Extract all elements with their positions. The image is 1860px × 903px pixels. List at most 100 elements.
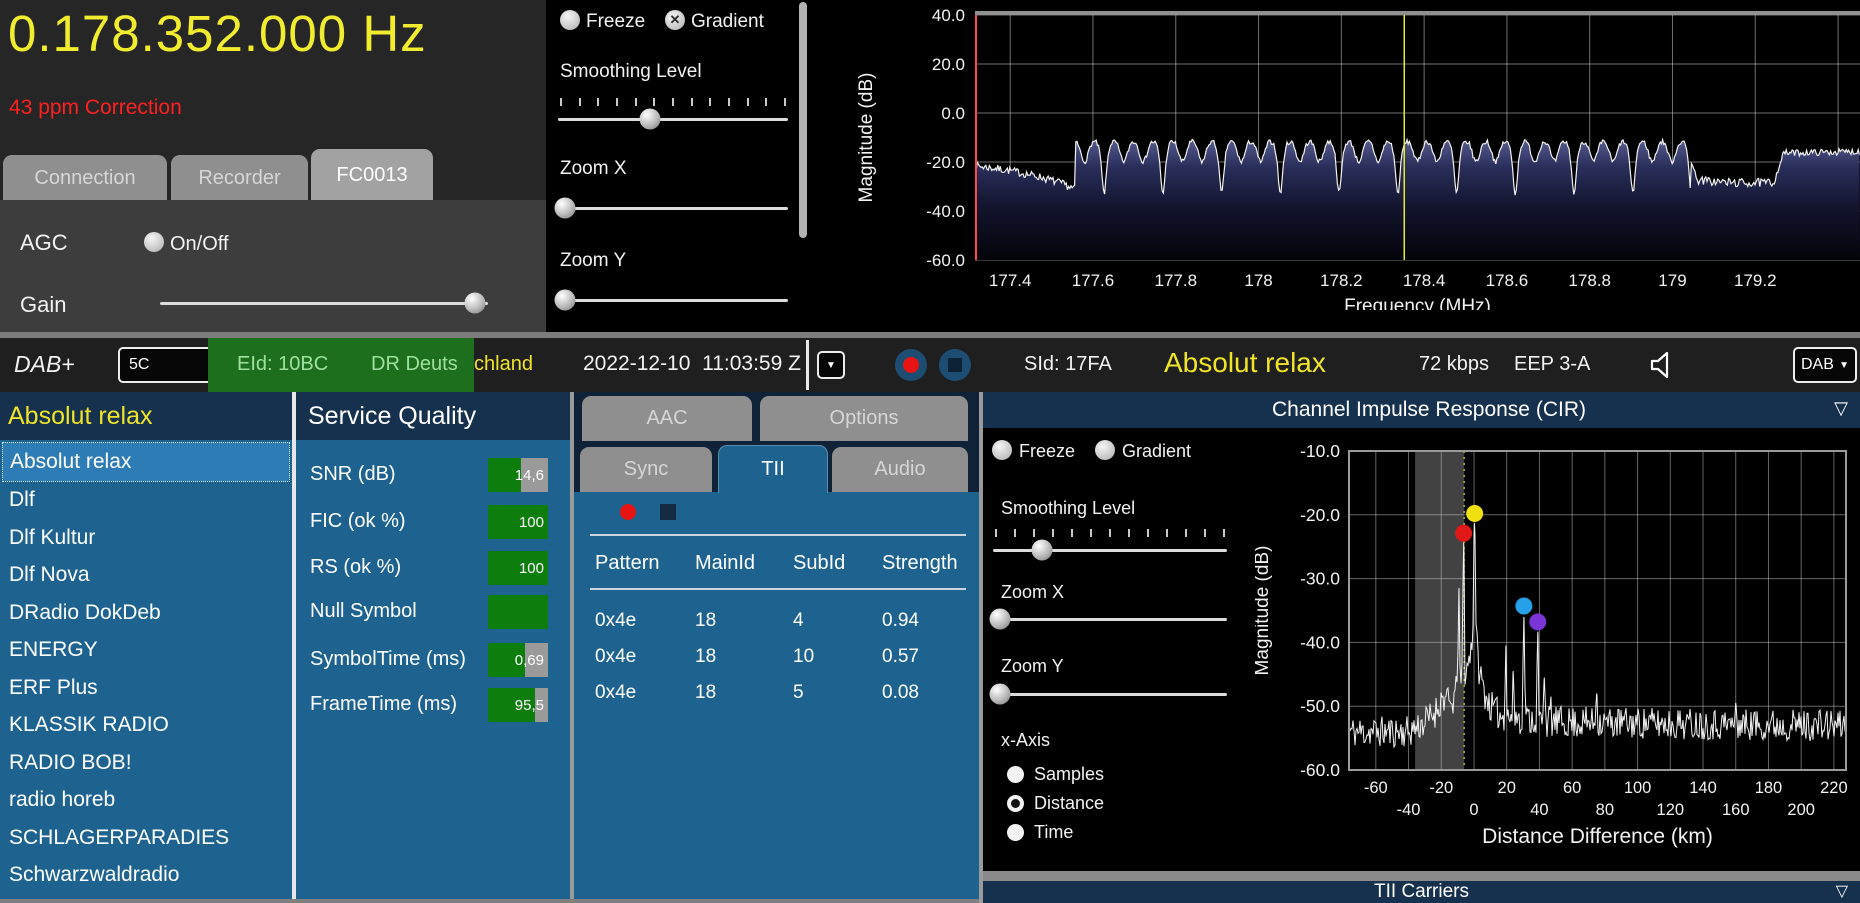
spectrum-smoothing-ticks bbox=[560, 98, 786, 106]
status-bar: DAB+ 5C ▼ EId: 10BC DR Deuts chland 2022… bbox=[0, 338, 1860, 392]
xaxis-option-distance[interactable]: Distance bbox=[1007, 789, 1207, 818]
pane-splitter[interactable] bbox=[799, 2, 807, 238]
tii-header-underline bbox=[590, 588, 966, 590]
service-item[interactable]: ERF Plus bbox=[2, 669, 290, 707]
spectrum-smoothing-slider[interactable] bbox=[558, 108, 788, 132]
svg-text:-50.0: -50.0 bbox=[1300, 696, 1340, 716]
speaker-icon[interactable] bbox=[1645, 348, 1679, 382]
cir-zoomy-slider[interactable] bbox=[993, 683, 1227, 707]
xaxis-option-label: Time bbox=[1034, 822, 1073, 843]
statusbar-divider bbox=[806, 340, 809, 390]
ensemble-name-part1: DR Deuts bbox=[371, 353, 458, 376]
spectrum-gradient-label: Gradient bbox=[691, 11, 764, 33]
svg-text:-20.0: -20.0 bbox=[926, 153, 965, 172]
tii-carriers-title: TII Carriers bbox=[1374, 881, 1469, 903]
tii-carriers-header[interactable]: TII Carriers ▽ bbox=[983, 881, 1860, 903]
tii-column-header: MainId bbox=[695, 552, 755, 575]
service-quality-panel: Service Quality SNR (dB)14,6FIC (ok %)10… bbox=[296, 392, 570, 903]
service-item[interactable]: Absolut relax bbox=[2, 442, 290, 482]
cir-gradient-radio[interactable] bbox=[1095, 440, 1115, 460]
service-item[interactable]: radio horeb bbox=[2, 782, 290, 820]
radio-icon bbox=[1007, 824, 1024, 841]
service-item[interactable]: KLASSIK RADIO bbox=[2, 707, 290, 745]
service-item[interactable]: Dlf Nova bbox=[2, 557, 290, 595]
gain-label: Gain bbox=[20, 292, 66, 318]
svg-text:20.0: 20.0 bbox=[932, 55, 965, 74]
record-options-combo[interactable]: ▼ bbox=[817, 351, 845, 379]
quality-row-label: SNR (dB) bbox=[310, 463, 396, 486]
tii-cell: 0.57 bbox=[882, 646, 919, 668]
tab-recorder[interactable]: Recorder bbox=[171, 155, 308, 201]
service-item[interactable]: Dlf bbox=[2, 482, 290, 520]
cir-zoomx-slider[interactable] bbox=[993, 608, 1227, 632]
quality-bar: 100 bbox=[488, 551, 548, 585]
spectrum-zoomx-slider[interactable] bbox=[558, 197, 788, 221]
tab-connection[interactable]: Connection bbox=[3, 155, 167, 201]
cir-smoothing-ticks bbox=[995, 529, 1225, 537]
svg-text:80: 80 bbox=[1596, 801, 1614, 819]
svg-text:Frequency (MHz): Frequency (MHz) bbox=[1344, 296, 1491, 310]
svg-text:20: 20 bbox=[1498, 779, 1516, 797]
svg-text:-40.0: -40.0 bbox=[1300, 632, 1340, 652]
spectrum-freeze-radio[interactable] bbox=[560, 10, 580, 30]
service-item[interactable]: ENERGY bbox=[2, 632, 290, 670]
tab-fc0013[interactable]: FC0013 bbox=[311, 149, 433, 201]
tii-cell: 0x4e bbox=[595, 646, 636, 668]
channel-combo-value: 5C bbox=[129, 356, 149, 374]
svg-text:120: 120 bbox=[1657, 801, 1685, 819]
quality-bar-value: 0,69 bbox=[515, 643, 544, 677]
service-item[interactable]: DRadio DokDeb bbox=[2, 594, 290, 632]
cir-freeze-radio[interactable] bbox=[992, 440, 1012, 460]
ensemble-name-part2: chland bbox=[474, 353, 533, 376]
xaxis-option-samples[interactable]: Samples bbox=[1007, 760, 1207, 789]
agc-label: AGC bbox=[20, 230, 68, 256]
cir-smoothing-label: Smoothing Level bbox=[1001, 498, 1135, 519]
cir-smoothing-slider[interactable] bbox=[993, 539, 1227, 563]
stop-button[interactable] bbox=[939, 349, 971, 381]
tii-column-header: Strength bbox=[882, 552, 958, 575]
spectrum-svg: 40.020.00.0-20.0-40.0-60.0177.4177.6177.… bbox=[846, 0, 1860, 310]
quality-bar bbox=[488, 595, 548, 629]
radio-icon bbox=[1007, 795, 1024, 812]
svg-text:178.4: 178.4 bbox=[1403, 271, 1446, 290]
record-button[interactable] bbox=[895, 349, 927, 381]
gain-slider[interactable] bbox=[160, 292, 488, 316]
svg-text:200: 200 bbox=[1787, 801, 1815, 819]
tii-cell: 4 bbox=[793, 610, 804, 632]
spectrum-zoomy-slider[interactable] bbox=[558, 289, 788, 313]
svg-text:0: 0 bbox=[1469, 801, 1478, 819]
collapse-triangle-icon[interactable]: ▽ bbox=[1836, 881, 1848, 901]
xaxis-option-time[interactable]: Time bbox=[1007, 818, 1207, 847]
collapse-triangle-icon[interactable]: ▽ bbox=[1834, 398, 1848, 419]
tii-cell: 0.08 bbox=[882, 682, 919, 704]
output-device-combo[interactable]: DAB ▼ bbox=[1793, 347, 1857, 383]
current-service-label: Absolut relax bbox=[1164, 347, 1326, 379]
tii-cell: 0x4e bbox=[595, 682, 636, 704]
tii-cell: 18 bbox=[695, 646, 716, 668]
service-item[interactable]: Dlf Kultur bbox=[2, 519, 290, 557]
quality-bar-value: 14,6 bbox=[515, 458, 544, 492]
service-item[interactable]: SCHLAGERPARADIES bbox=[2, 819, 290, 857]
svg-text:178.2: 178.2 bbox=[1320, 271, 1363, 290]
spectrum-gradient-radio[interactable]: ✕ bbox=[665, 10, 685, 30]
record-dot-icon bbox=[903, 357, 919, 373]
cir-header[interactable]: Channel Impulse Response (CIR) ▽ bbox=[983, 392, 1860, 428]
spectrum-zoomx-label: Zoom X bbox=[560, 158, 627, 180]
tii-cell: 18 bbox=[695, 682, 716, 704]
service-item[interactable]: Schwarzwaldradio bbox=[2, 857, 290, 895]
spectrum-controls: Freeze ✕ Gradient Smoothing Level Zoom X… bbox=[546, 0, 810, 332]
svg-text:100: 100 bbox=[1624, 779, 1652, 797]
agc-radio[interactable] bbox=[144, 232, 164, 252]
agc-onoff-label: On/Off bbox=[170, 233, 229, 256]
frequency-display: 0.178.352.000 Hz bbox=[8, 4, 427, 63]
chevron-down-icon: ▼ bbox=[826, 360, 836, 371]
ensemble-signal-bar: EId: 10BC DR Deuts bbox=[208, 338, 474, 392]
tii-table: PatternMainIdSubIdStrength0x4e1840.940x4… bbox=[574, 392, 979, 903]
quality-bar: 95,5 bbox=[488, 688, 548, 722]
svg-text:-20.0: -20.0 bbox=[1300, 505, 1340, 525]
service-quality-rows: SNR (dB)14,6FIC (ok %)100RS (ok %)100Nul… bbox=[296, 392, 570, 903]
chevron-down-icon: ▼ bbox=[1839, 360, 1849, 371]
service-item[interactable]: RADIO BOB! bbox=[2, 744, 290, 782]
cir-freeze-label: Freeze bbox=[1019, 441, 1075, 462]
xaxis-option-label: Samples bbox=[1034, 764, 1104, 785]
